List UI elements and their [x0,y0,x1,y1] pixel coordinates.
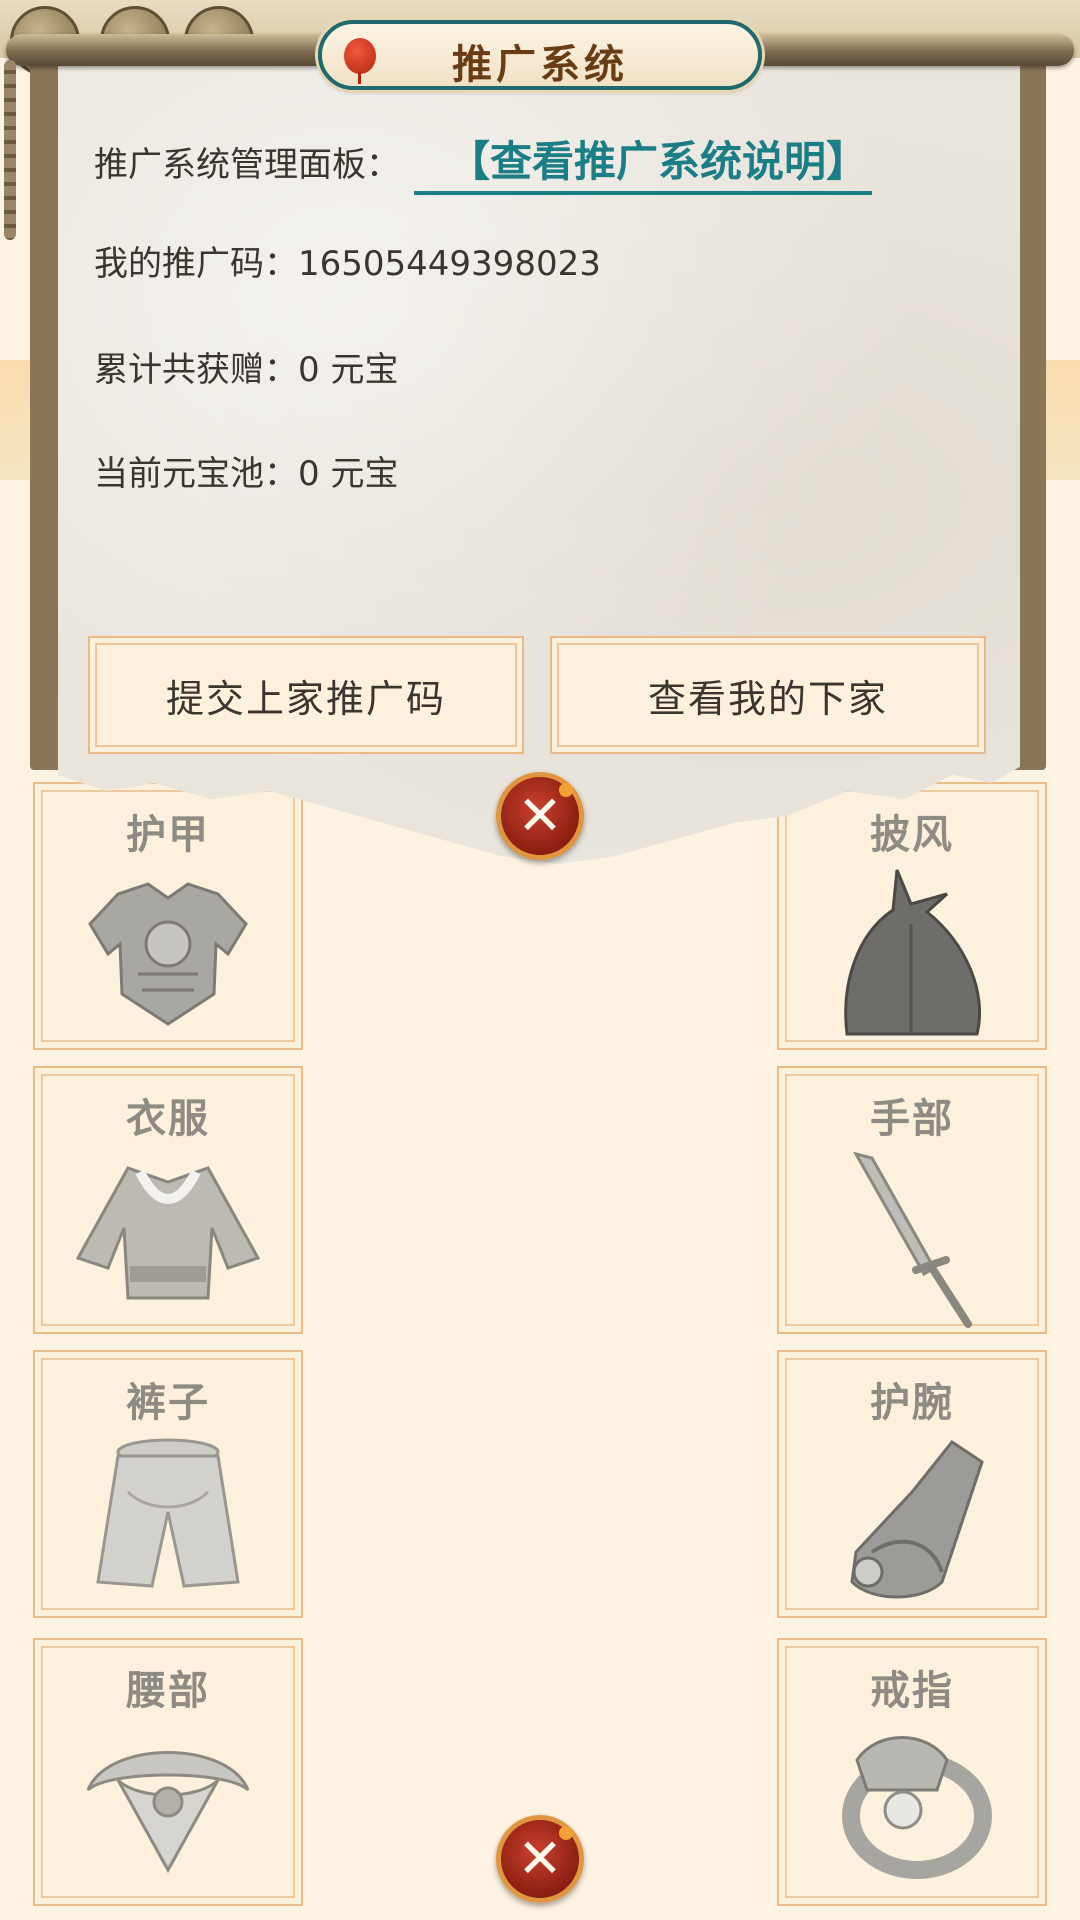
slot-label-pants: 裤子 [126,1379,210,1426]
slot-label-cloak: 披风 [870,811,954,858]
slot-pants[interactable]: 裤子 [33,1350,303,1618]
slot-label-clothes: 衣服 [126,1095,210,1142]
pants-icon [96,1438,240,1588]
close-icon: ✕ [517,784,563,847]
ingot-pool-row: 当前元宝池：0 元宝 [94,446,398,495]
ingot-pool-label: 当前元宝池： [94,454,298,494]
referral-code-row: 我的推广码：16505449398023 [94,236,601,285]
armor-icon [88,882,248,1026]
slot-weapon[interactable]: 手部 [777,1066,1047,1334]
slot-label-armor: 护甲 [126,811,210,858]
total-gift-row: 累计共获赠：0 元宝 [94,342,398,391]
panel-label: 推广系统管理面板： [94,145,400,185]
help-link[interactable]: 【查看推广系统说明】 [414,128,873,195]
clothes-icon [75,1166,261,1300]
total-gift-value: 0 元宝 [298,350,399,390]
ring-icon [842,1736,992,1879]
belt-icon [86,1751,250,1874]
bracer-icon [850,1439,984,1599]
close-button-dot [559,1826,573,1840]
ingot-pool-value: 0 元宝 [298,454,399,494]
close-button[interactable]: ✕ [496,1815,584,1903]
referral-code-value: 16505449398023 [298,244,601,284]
close-icon: ✕ [517,1827,563,1890]
slot-armor[interactable]: 护甲 [33,782,303,1050]
dialog-title-plaque: 推广系统 [318,20,762,90]
close-button-dot [559,783,573,797]
slot-label-belt: 腰部 [126,1667,210,1714]
slot-label-ring: 戒指 [870,1667,954,1714]
sword-icon [852,1151,972,1328]
slot-bracer[interactable]: 护腕 [777,1350,1047,1618]
dialog-close-button[interactable]: ✕ [496,772,584,860]
slot-belt[interactable]: 腰部 [33,1638,303,1906]
slot-cloak[interactable]: 披风 [777,782,1047,1050]
cloak-icon [844,869,982,1036]
slot-ring[interactable]: 戒指 [777,1638,1047,1906]
dialog-title: 推广系统 [452,41,628,88]
submit-upline-code-button[interactable]: 提交上家推广码 [88,636,524,754]
slot-label-bracer: 护腕 [870,1379,954,1426]
total-gift-label: 累计共获赠： [94,350,298,390]
referral-code-label: 我的推广码： [94,244,298,284]
scroll-tassel [4,60,16,240]
slot-label-weapon: 手部 [870,1095,954,1142]
slot-clothes[interactable]: 衣服 [33,1066,303,1334]
view-downline-button[interactable]: 查看我的下家 [550,636,986,754]
panel-row: 推广系统管理面板： 【查看推广系统说明】 [94,128,873,195]
